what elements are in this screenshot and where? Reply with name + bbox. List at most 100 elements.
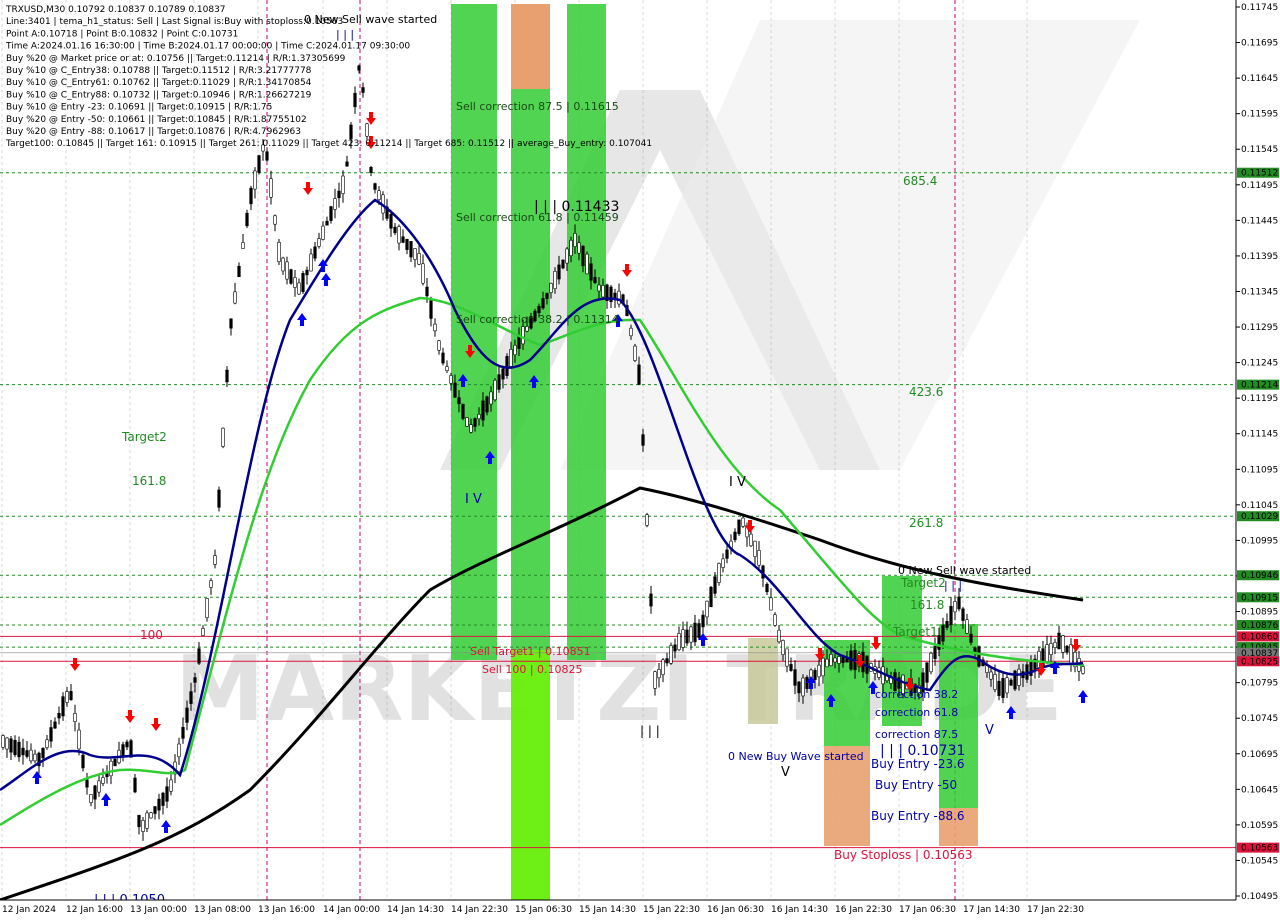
price-tick-label: 0.11195 [1241,394,1278,404]
candle-body [61,696,65,717]
candle-body [569,239,573,257]
candle-body [21,747,25,756]
candle-body [409,241,413,258]
candle-body [833,657,837,663]
candle-body [201,628,205,636]
buy-entry-236: Buy Entry -23.6 [871,757,965,771]
trading-chart[interactable]: MARKETZI TRADE TRXUSD,M30 0.10792 0.1083… [0,0,1280,920]
candle-body [713,576,717,594]
candle-body [189,691,193,704]
candle-body [825,658,829,668]
info-line: Buy %10 @ C_Entry61: 0.10762 || Target:0… [6,78,312,88]
candle-body [561,259,565,269]
sell-100-label: Sell 100 | 0.10825 [482,663,583,676]
sell-correction-875: Sell correction 87.5 | 0.11615 [456,100,619,113]
candle-body [45,739,49,748]
candle-body [933,646,937,659]
candle-body [5,737,9,750]
candle-body [505,356,509,376]
level-4236: 423.6 [909,385,943,399]
time-axis: 12 Jan 2024 12 Jan 16:00 13 Jan 00:00 13 Ja… [2,905,1084,915]
correction-382: correction 38.2 [875,688,958,701]
candle-body [593,276,597,284]
candle-body [265,151,269,161]
level-1618-right: 161.8 [910,598,944,612]
candle-body [733,531,737,541]
candle-body [717,563,721,583]
target2-right-label: Target2 [900,576,946,590]
candle-body [537,306,541,314]
candle-body [577,242,581,254]
price-tick-label: 0.11095 [1241,465,1278,475]
candle-body [1005,677,1009,694]
mark-v-right: V [985,723,994,738]
mark-v-low: V [781,765,790,780]
candle-body [541,298,545,309]
candle-body [289,269,293,284]
time-tick-label: 12 Jan 16:00 [66,905,123,915]
time-tick-label: 14 Jan 22:30 [451,905,508,915]
candle-body [793,669,797,686]
time-tick-label: 13 Jan 00:00 [130,905,187,915]
candle-body [13,739,17,756]
candle-body [765,583,769,593]
candle-body [473,418,477,427]
candle-body [229,318,233,329]
candle-body [501,368,505,380]
candle-body [297,282,301,295]
candle-body [581,245,585,267]
candle-body [441,352,445,364]
candle-body [773,614,777,626]
candle-body [629,327,633,337]
price-tick-label: 0.10745 [1241,714,1278,724]
candle-body [545,293,549,299]
candle-body [401,236,405,243]
candle-body [369,167,373,173]
mark-iv-left: I V [465,492,482,507]
candle-body [257,155,261,173]
candle-body [1065,645,1069,653]
candle-body [177,743,181,758]
price-tick-label: 0.11745 [1241,3,1278,13]
candle-body [673,644,677,652]
candle-body [973,647,977,653]
candle-body [477,413,481,420]
sell-zone-2-low [511,650,550,900]
info-line: Time A:2024.01.16 16:30:00 | Time B:2024… [5,42,410,52]
candle-body [377,190,381,201]
price-tick-label: 0.11545 [1241,145,1278,155]
candle-body [57,712,61,719]
time-tick-label: 16 Jan 06:30 [707,905,764,915]
time-tick-label: 13 Jan 16:00 [258,905,315,915]
price-tick-label: 0.10895 [1241,608,1278,618]
candle-body [705,600,709,618]
candle-body [81,754,85,769]
candle-body [373,183,377,190]
sell-zone-top [511,4,550,89]
candle-body [685,629,689,644]
price-tick-label: 0.10495 [1241,892,1278,902]
info-line: Buy %10 @ C_Entry88: 0.10732 || Target:0… [6,90,312,100]
candle-body [601,285,605,298]
buy-entry-886: Buy Entry -88.6 [871,809,965,823]
candle-body [953,601,957,613]
candle-body [721,558,725,568]
candle-body [357,65,361,71]
candle-body [945,621,949,628]
candle-body [677,633,681,651]
candle-body [801,677,805,697]
time-tick-label: 17 Jan 14:30 [963,905,1020,915]
candle-body [205,598,209,618]
price-tick-label: 0.11295 [1241,323,1278,333]
candle-body [461,403,465,419]
price-tag-label: 0.10825 [1241,657,1278,667]
candle-body [481,400,485,421]
price-tick-label: 0.11145 [1241,430,1278,440]
price-tick-label: 0.11345 [1241,287,1278,297]
candle-body [741,517,745,527]
candle-body [1,735,5,748]
candle-body [293,277,297,288]
price-tag-label: 0.10876 [1241,621,1278,631]
price-axis-panel[interactable] [1236,0,1280,920]
candle-body [665,658,669,664]
